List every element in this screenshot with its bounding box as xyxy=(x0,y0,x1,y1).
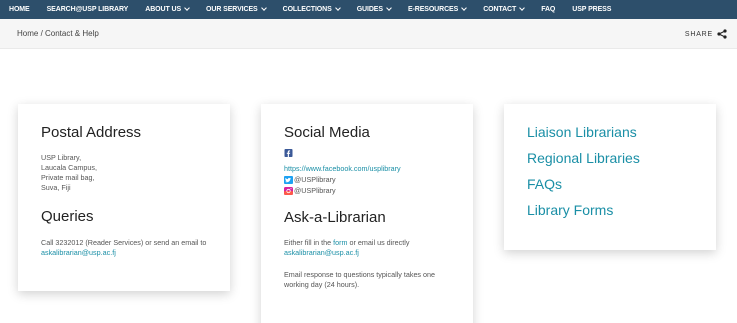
nav-collections[interactable]: COLLECTIONS xyxy=(282,5,341,13)
twitter-icon[interactable] xyxy=(284,175,293,184)
chevron-down-icon xyxy=(184,5,190,11)
nav-e-resources[interactable]: E-RESOURCES xyxy=(407,5,468,13)
queries-text: Call 3232012 (Reader Services) or send a… xyxy=(41,238,221,258)
library-forms-link[interactable]: Library Forms xyxy=(527,202,613,218)
address-line: USP Library, xyxy=(41,153,82,162)
chevron-down-icon xyxy=(260,5,267,11)
nav-services-label: OUR SERVICES xyxy=(206,6,258,13)
nav-faq-label: FAQ xyxy=(541,6,556,13)
instagram-icon[interactable] xyxy=(284,186,293,195)
facebook-link-row: https://www.facebook.com/usplibrary xyxy=(284,164,401,173)
chevron-down-icon xyxy=(386,5,392,11)
nav-contact-label: CONTACT xyxy=(483,6,517,13)
share-label: SHARE xyxy=(684,30,713,38)
chevron-down-icon xyxy=(519,5,526,11)
instagram-row: @USPlibrary xyxy=(284,186,336,195)
faqs-link[interactable]: FAQs xyxy=(527,176,562,192)
nav-collections-label: COLLECTIONS xyxy=(282,6,332,13)
twitter-row: @USPlibrary xyxy=(284,175,336,184)
share-icon xyxy=(717,29,727,39)
facebook-url-link[interactable]: https://www.facebook.com/usplibrary xyxy=(284,164,401,173)
chevron-down-icon xyxy=(334,5,341,11)
breadcrumb[interactable]: Home / Contact & Help xyxy=(17,29,99,38)
queries-title: Queries xyxy=(41,208,94,225)
chevron-down-icon xyxy=(461,5,468,11)
top-navigation: HOME SEARCH@USP LIBRARY ABOUT US OUR SER… xyxy=(0,0,737,19)
facebook-icon[interactable] xyxy=(284,149,293,157)
address-line: Private mail bag, xyxy=(41,173,95,182)
nav-contact[interactable]: CONTACT xyxy=(483,5,526,13)
nav-usp-press[interactable]: USP PRESS xyxy=(572,6,611,13)
ask-prefix: Either fill in the xyxy=(284,238,334,247)
nav-search-library[interactable]: SEARCH@USP LIBRARY xyxy=(47,6,129,13)
nav-about-label: ABOUT US xyxy=(145,6,182,13)
nav-about-us[interactable]: ABOUT US xyxy=(145,5,190,13)
nav-home-label: HOME xyxy=(9,6,30,13)
twitter-handle[interactable]: @USPlibrary xyxy=(294,175,336,184)
share-button[interactable]: SHARE xyxy=(685,29,727,39)
liaison-librarians-link[interactable]: Liaison Librarians xyxy=(527,124,637,140)
facebook-row xyxy=(284,149,294,157)
form-link[interactable]: form xyxy=(333,238,347,247)
ask-email-link[interactable]: askalibrarian@usp.ac.fj xyxy=(284,248,359,257)
nav-search-label: SEARCH@USP LIBRARY xyxy=(46,6,129,13)
ask-middle: or email us directly xyxy=(347,238,410,247)
postal-address-card: Postal Address USP Library, Laucala Camp… xyxy=(18,104,230,291)
breadcrumb-bar: Home / Contact & Help SHARE xyxy=(0,19,737,49)
nav-eresources-label: E-RESOURCES xyxy=(407,6,459,13)
nav-faq[interactable]: FAQ xyxy=(541,6,555,13)
social-media-title: Social Media xyxy=(284,124,370,141)
address-line: Suva, Fiji xyxy=(41,183,71,192)
address-line: Laucala Campus, xyxy=(41,163,97,172)
quick-links-card: Liaison Librarians Regional Libraries FA… xyxy=(504,104,716,250)
nav-guides-label: GUIDES xyxy=(356,6,383,13)
queries-email-link[interactable]: askalibrarian@usp.ac.fj xyxy=(41,248,116,257)
nav-press-label: USP PRESS xyxy=(572,6,612,13)
postal-address-title: Postal Address xyxy=(41,124,142,141)
regional-libraries-link[interactable]: Regional Libraries xyxy=(527,150,640,166)
response-time-text: Email response to questions typically ta… xyxy=(284,270,436,289)
instagram-handle[interactable]: @USPlibrary xyxy=(294,186,336,195)
nav-home[interactable]: HOME xyxy=(9,6,30,13)
social-media-card: Social Media https://www.facebook.com/us… xyxy=(261,104,473,323)
nav-guides[interactable]: GUIDES xyxy=(356,5,392,13)
postal-address-text: USP Library, Laucala Campus, Private mai… xyxy=(41,153,97,193)
queries-body: Call 3232012 (Reader Services) or send a… xyxy=(41,238,207,247)
nav-our-services[interactable]: OUR SERVICES xyxy=(206,5,267,13)
ask-a-librarian-text: Either fill in the form or email us dire… xyxy=(284,238,459,258)
ask-a-librarian-title: Ask-a-Librarian xyxy=(284,209,386,226)
